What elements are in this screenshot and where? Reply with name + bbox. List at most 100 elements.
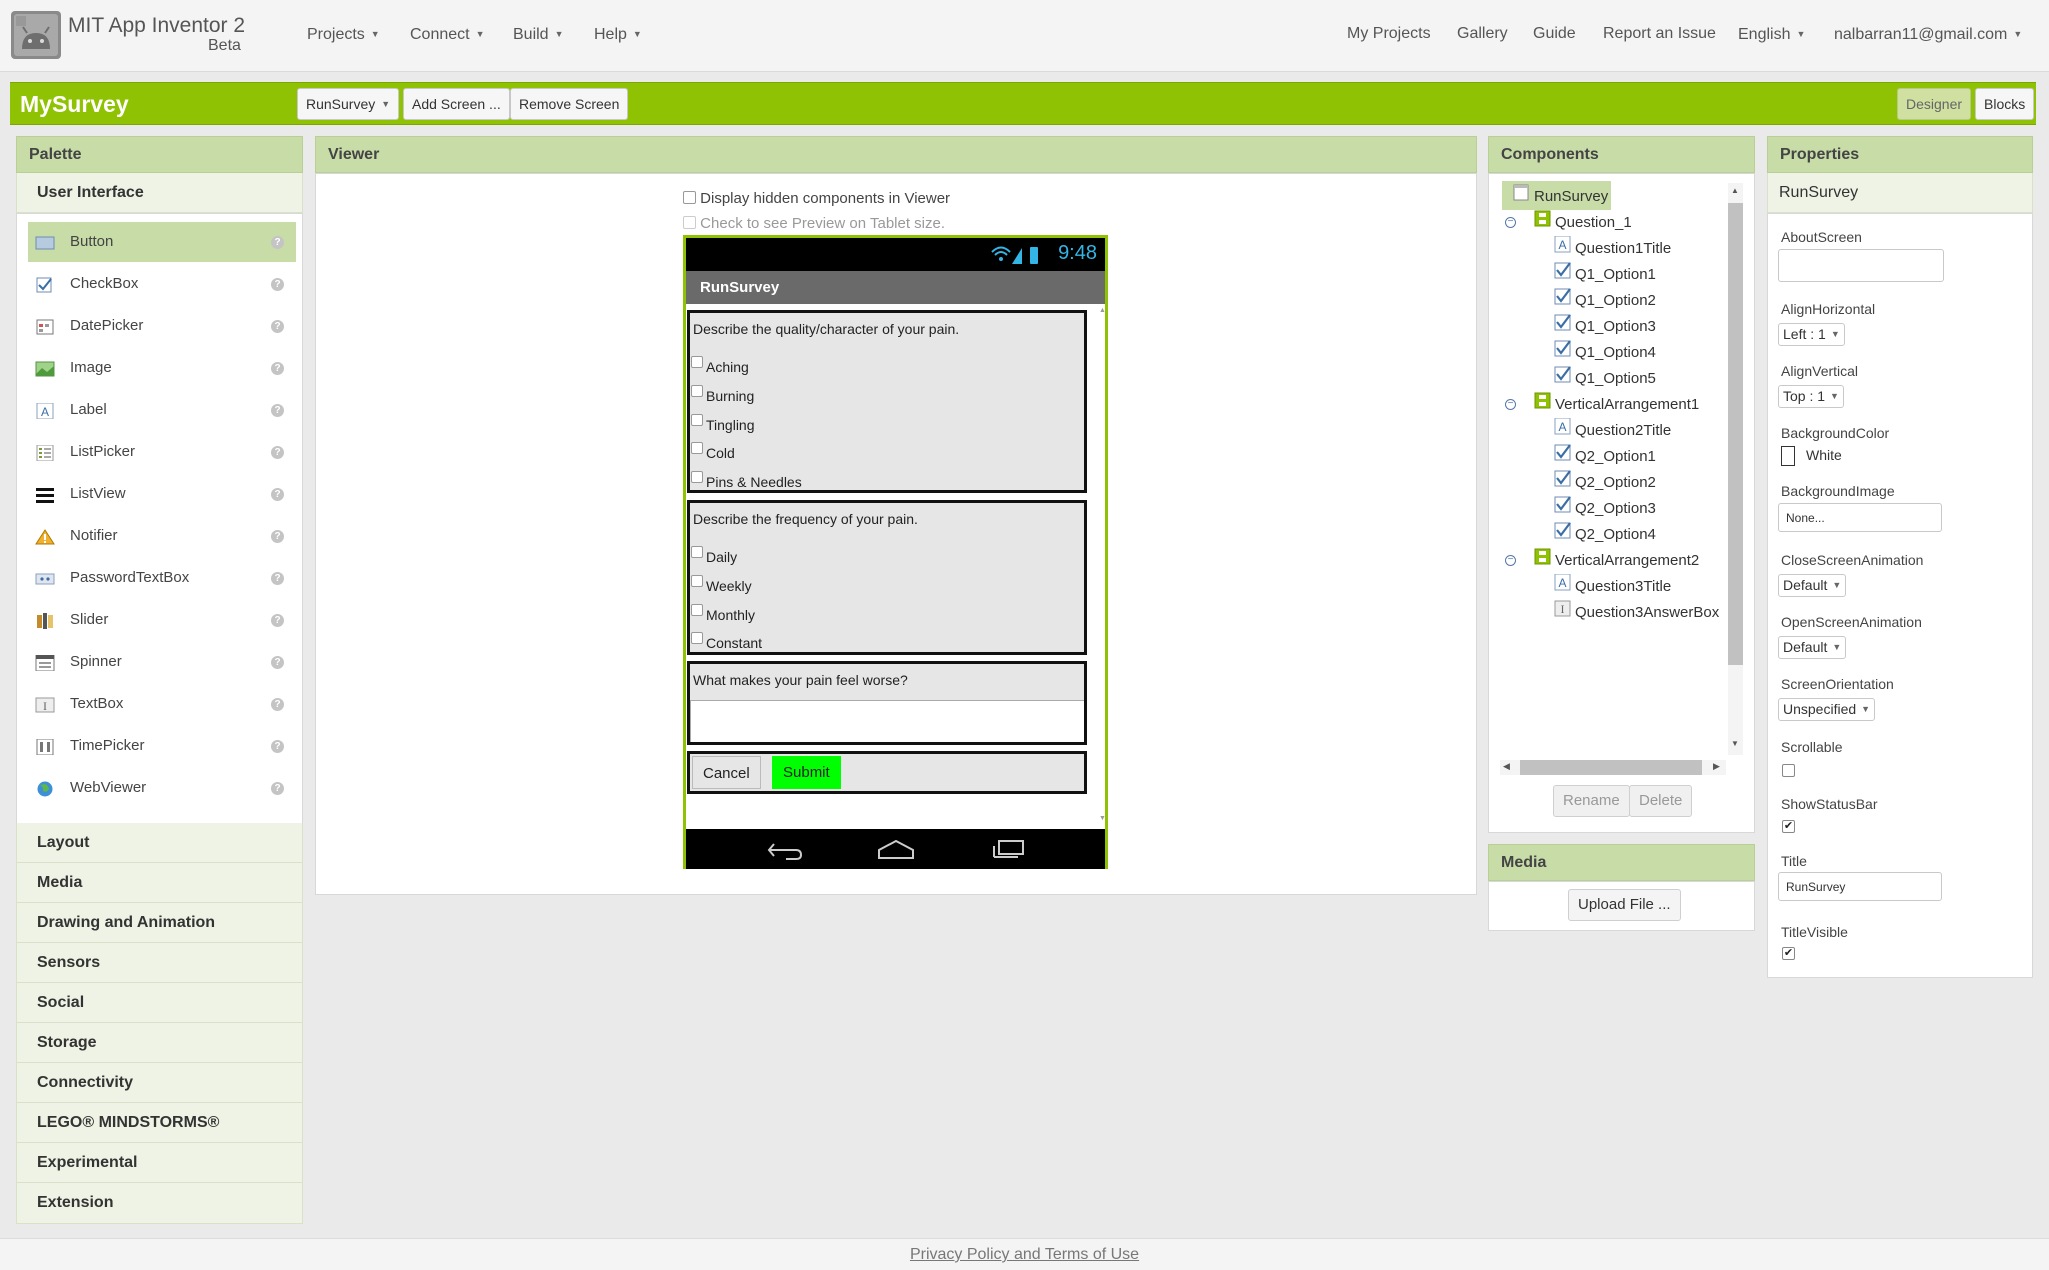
screen-select-dropdown[interactable]: RunSurvey ▼ (297, 88, 400, 120)
q1-option-cold[interactable]: Cold (691, 442, 735, 461)
nav-guide[interactable]: Guide (1533, 25, 1576, 43)
checkbox[interactable] (691, 632, 703, 644)
blocks-button[interactable]: Blocks (1975, 88, 2035, 120)
palette-item-passwordtextbox[interactable]: PasswordTextBox ? (28, 558, 296, 598)
collapse-icon[interactable]: − (1505, 217, 1516, 228)
tree-item[interactable]: Q2_Option2 (1575, 474, 1656, 491)
tree-horizontal-scrollbar[interactable]: ◀ ▶ (1500, 760, 1726, 775)
submit-button[interactable]: Submit (772, 756, 841, 789)
about-screen-textarea[interactable] (1778, 249, 1944, 282)
palette-category-storage[interactable]: Storage (16, 1023, 303, 1063)
q1-option-burning[interactable]: Burning (691, 385, 754, 404)
phone-scrollbar[interactable]: ▲ ▼ (1099, 307, 1106, 827)
help-icon[interactable]: ? (271, 320, 284, 333)
tree-vertical-scrollbar[interactable]: ▲ ▼ (1728, 183, 1743, 755)
nav-gallery[interactable]: Gallery (1457, 25, 1508, 43)
help-icon[interactable]: ? (271, 236, 284, 249)
tree-item[interactable]: VerticalArrangement1 (1555, 396, 1699, 413)
q1-option-tingling[interactable]: Tingling (691, 414, 755, 433)
show-status-bar-checkbox[interactable]: ✔ (1782, 820, 1795, 833)
cancel-button[interactable]: Cancel (692, 756, 761, 789)
nav-projects[interactable]: Projects ▼ (307, 26, 380, 44)
color-swatch[interactable] (1781, 446, 1795, 466)
help-icon[interactable]: ? (271, 278, 284, 291)
align-vertical-select[interactable]: Top : 1 ▼ (1778, 385, 1844, 408)
help-icon[interactable]: ? (271, 530, 284, 543)
nav-report-issue[interactable]: Report an Issue (1603, 25, 1716, 43)
checkbox[interactable] (691, 546, 703, 558)
scroll-right-icon[interactable]: ▶ (1713, 761, 1720, 772)
help-icon[interactable]: ? (271, 446, 284, 459)
collapse-icon[interactable]: − (1505, 555, 1516, 566)
collapse-icon[interactable]: − (1505, 399, 1516, 410)
back-icon[interactable] (766, 839, 804, 861)
align-horizontal-select[interactable]: Left : 1 ▼ (1778, 323, 1845, 346)
help-icon[interactable]: ? (271, 362, 284, 375)
tree-item-runsurvey[interactable]: RunSurvey (1534, 188, 1608, 205)
tree-item[interactable]: Question1Title (1575, 240, 1671, 257)
designer-button[interactable]: Designer (1897, 88, 1972, 120)
palette-item-image[interactable]: Image ? (28, 348, 296, 388)
palette-item-checkbox[interactable]: CheckBox ? (28, 264, 296, 304)
remove-screen-button[interactable]: Remove Screen (510, 88, 629, 120)
help-icon[interactable]: ? (271, 782, 284, 795)
hidden-components-checkbox[interactable] (683, 191, 696, 204)
scroll-up-icon[interactable]: ▲ (1731, 186, 1739, 195)
q2-option-weekly[interactable]: Weekly (691, 575, 752, 594)
language-menu[interactable]: English ▼ (1738, 26, 1805, 44)
palette-item-listpicker[interactable]: ListPicker ? (28, 432, 296, 472)
palette-category-social[interactable]: Social (16, 983, 303, 1023)
scroll-down-icon[interactable]: ▼ (1099, 815, 1106, 822)
help-icon[interactable]: ? (271, 572, 284, 585)
palette-item-slider[interactable]: Slider ? (28, 600, 296, 640)
scrollable-checkbox[interactable] (1782, 764, 1795, 777)
checkbox[interactable] (691, 414, 703, 426)
account-menu[interactable]: nalbarran11@gmail.com ▼ (1834, 26, 2022, 44)
scrollbar-thumb[interactable] (1728, 203, 1743, 665)
add-screen-button[interactable]: Add Screen ... (403, 88, 510, 120)
background-color-value[interactable]: White (1806, 447, 1842, 463)
tree-item[interactable]: Question3Title (1575, 578, 1671, 595)
tree-item[interactable]: Question_1 (1555, 214, 1632, 231)
palette-category-drawing[interactable]: Drawing and Animation (16, 903, 303, 943)
palette-category-media[interactable]: Media (16, 863, 303, 903)
open-screen-animation-select[interactable]: Default ▼ (1778, 636, 1847, 659)
title-visible-checkbox[interactable]: ✔ (1782, 947, 1795, 960)
tree-item[interactable]: Q2_Option4 (1575, 526, 1656, 543)
checkbox[interactable] (691, 471, 703, 483)
tree-item[interactable]: Q1_Option1 (1575, 266, 1656, 283)
q2-option-monthly[interactable]: Monthly (691, 604, 755, 623)
palette-category-lego[interactable]: LEGO® MINDSTORMS® (16, 1103, 303, 1143)
app-inventor-logo-icon[interactable] (10, 9, 62, 61)
hidden-components-option[interactable]: Display hidden components in Viewer (683, 190, 950, 207)
help-icon[interactable]: ? (271, 614, 284, 627)
tree-item[interactable]: VerticalArrangement2 (1555, 552, 1699, 569)
tree-item[interactable]: Q1_Option4 (1575, 344, 1656, 361)
palette-category-connectivity[interactable]: Connectivity (16, 1063, 303, 1103)
palette-category-experimental[interactable]: Experimental (16, 1143, 303, 1183)
tree-item[interactable]: Q1_Option5 (1575, 370, 1656, 387)
palette-item-textbox[interactable]: I TextBox ? (28, 684, 296, 724)
help-icon[interactable]: ? (271, 740, 284, 753)
q1-option-pins-needles[interactable]: Pins & Needles (691, 471, 802, 490)
close-screen-animation-select[interactable]: Default ▼ (1778, 574, 1847, 597)
tree-item[interactable]: Q2_Option3 (1575, 500, 1656, 517)
nav-build[interactable]: Build ▼ (513, 26, 564, 44)
help-icon[interactable]: ? (271, 698, 284, 711)
palette-item-button[interactable]: Button ? (28, 222, 296, 262)
palette-category-sensors[interactable]: Sensors (16, 943, 303, 983)
help-icon[interactable]: ? (271, 404, 284, 417)
checkbox[interactable] (691, 575, 703, 587)
nav-help[interactable]: Help ▼ (594, 26, 642, 44)
question-3-answer-box[interactable] (690, 700, 1084, 742)
rename-button[interactable]: Rename (1553, 785, 1630, 817)
help-icon[interactable]: ? (271, 656, 284, 669)
q1-option-aching[interactable]: Aching (691, 356, 749, 375)
palette-item-listview[interactable]: ListView ? (28, 474, 296, 514)
palette-item-webviewer[interactable]: WebViewer ? (28, 768, 296, 808)
recent-apps-icon[interactable] (990, 838, 1026, 860)
screen-orientation-select[interactable]: Unspecified ▼ (1778, 698, 1876, 721)
checkbox[interactable] (691, 442, 703, 454)
title-input[interactable]: RunSurvey (1778, 872, 1942, 901)
tree-item[interactable]: Q1_Option3 (1575, 318, 1656, 335)
